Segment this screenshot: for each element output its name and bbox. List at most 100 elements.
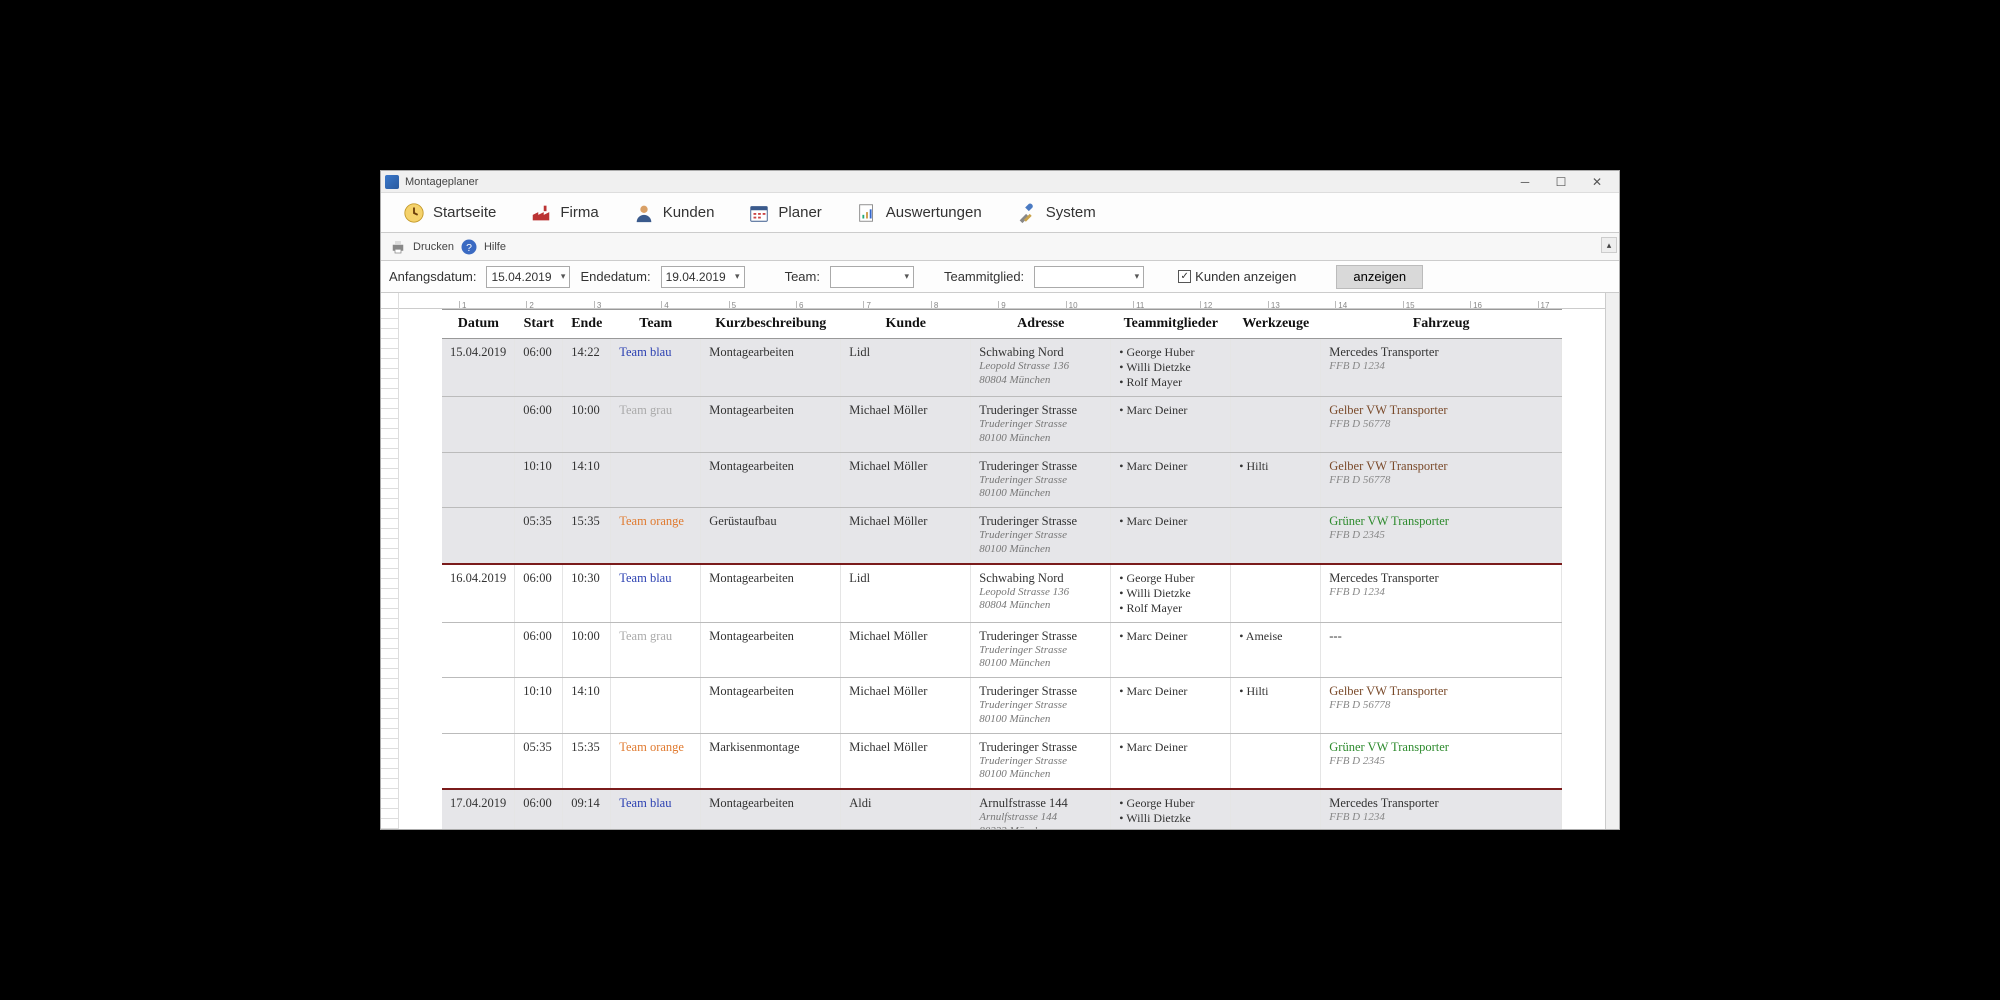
cell-werkzeuge: Hilti — [1231, 452, 1321, 508]
chevron-down-icon: ▾ — [904, 271, 909, 282]
calendar-icon — [748, 202, 770, 224]
table-row: 05:3515:35Team orangeGerüstaufbauMichael… — [442, 508, 1562, 564]
cell-mitglieder: George HuberWilli DietzkeRolf Mayer — [1111, 564, 1231, 623]
cell-ende: 10:30 — [563, 564, 611, 623]
cell-adresse: Arnulfstrasse 144Arnulfstrasse 14480233 … — [971, 789, 1111, 829]
scroll-up-icon[interactable]: ▴ — [1601, 237, 1617, 253]
cell-mitglieder: Marc Deiner — [1111, 678, 1231, 734]
cell-adresse: Schwabing NordLeopold Strasse 13680804 M… — [971, 339, 1111, 397]
cell-kurz: Montagearbeiten — [701, 397, 841, 453]
cell-team: Team blau — [611, 564, 701, 623]
chevron-down-icon: ▾ — [561, 271, 566, 282]
cell-datum: 17.04.2019 — [442, 789, 515, 829]
menu-planer[interactable]: Planer — [734, 196, 835, 230]
cell-adresse: Truderinger StrasseTruderinger Strasse80… — [971, 733, 1111, 789]
cell-datum — [442, 678, 515, 734]
cell-fahrzeug: Gelber VW TransporterFFB D 56778 — [1321, 678, 1562, 734]
cell-mitglieder: Marc Deiner — [1111, 452, 1231, 508]
member-label: Teammitglied: — [944, 269, 1024, 284]
menu-startseite[interactable]: Startseite — [389, 196, 510, 230]
cell-datum — [442, 397, 515, 453]
help-label[interactable]: Hilfe — [484, 241, 506, 253]
filter-bar: Anfangsdatum: 15.04.2019▾ Endedatum: 19.… — [381, 261, 1619, 293]
cell-datum: 16.04.2019 — [442, 564, 515, 623]
cell-start: 06:00 — [515, 622, 563, 678]
chevron-down-icon: ▾ — [735, 271, 740, 282]
table-row: 17.04.201906:0009:14Team blauMontagearbe… — [442, 789, 1562, 829]
cell-adresse: Truderinger StrasseTruderinger Strasse80… — [971, 508, 1111, 564]
cell-kunde: Lidl — [841, 564, 971, 623]
app-icon — [385, 175, 399, 189]
col-mitglieder: Teammitglieder — [1111, 310, 1231, 339]
cell-werkzeuge — [1231, 397, 1321, 453]
cell-start: 06:00 — [515, 564, 563, 623]
cell-kunde: Michael Möller — [841, 622, 971, 678]
cell-start: 06:00 — [515, 397, 563, 453]
horizontal-ruler: 123456 789101112 1314151617 — [399, 293, 1605, 309]
cell-team: Team grau — [611, 397, 701, 453]
cell-adresse: Truderinger StrasseTruderinger Strasse80… — [971, 678, 1111, 734]
cell-ende: 14:10 — [563, 678, 611, 734]
col-kurz: Kurzbeschreibung — [701, 310, 841, 339]
cell-fahrzeug: Gelber VW TransporterFFB D 56778 — [1321, 397, 1562, 453]
cell-fahrzeug: Grüner VW TransporterFFB D 2345 — [1321, 733, 1562, 789]
show-button[interactable]: anzeigen — [1336, 265, 1423, 289]
menu-label: Startseite — [433, 204, 496, 221]
col-datum: Datum — [442, 310, 515, 339]
maximize-button[interactable]: ☐ — [1543, 172, 1579, 192]
cell-start: 10:10 — [515, 678, 563, 734]
col-werkzeuge: Werkzeuge — [1231, 310, 1321, 339]
cell-werkzeuge — [1231, 789, 1321, 829]
person-icon — [633, 202, 655, 224]
from-date-label: Anfangsdatum: — [389, 269, 476, 284]
tools-icon — [1016, 202, 1038, 224]
checkbox-icon: ✓ — [1178, 270, 1191, 283]
cell-datum — [442, 733, 515, 789]
cell-kunde: Michael Möller — [841, 452, 971, 508]
menu-kunden[interactable]: Kunden — [619, 196, 729, 230]
menu-firma[interactable]: Firma — [516, 196, 612, 230]
cell-ende: 14:10 — [563, 452, 611, 508]
printer-icon[interactable] — [389, 238, 407, 256]
show-customers-checkbox[interactable]: ✓ Kunden anzeigen — [1178, 269, 1296, 284]
cell-start: 10:10 — [515, 452, 563, 508]
print-label[interactable]: Drucken — [413, 241, 454, 253]
report-page: Datum Start Ende Team Kurzbeschreibung K… — [442, 309, 1562, 829]
document-scroll[interactable]: 123456 789101112 1314151617 Datum Start … — [399, 293, 1605, 829]
to-date-input[interactable]: 19.04.2019▾ — [661, 266, 745, 288]
vertical-ruler — [381, 293, 399, 829]
cell-werkzeuge — [1231, 508, 1321, 564]
cell-kurz: Montagearbeiten — [701, 622, 841, 678]
cell-kunde: Aldi — [841, 789, 971, 829]
factory-icon — [530, 202, 552, 224]
cell-datum: 15.04.2019 — [442, 339, 515, 397]
menu-label: Auswertungen — [886, 204, 982, 221]
menu-system[interactable]: System — [1002, 196, 1110, 230]
cell-werkzeuge — [1231, 339, 1321, 397]
cell-team — [611, 452, 701, 508]
help-icon[interactable]: ? — [460, 238, 478, 256]
cell-kurz: Montagearbeiten — [701, 678, 841, 734]
cell-kunde: Michael Möller — [841, 733, 971, 789]
menu-label: Firma — [560, 204, 598, 221]
close-button[interactable]: ✕ — [1579, 172, 1615, 192]
svg-text:?: ? — [466, 241, 472, 253]
team-select[interactable]: ▾ — [830, 266, 914, 288]
checkbox-label: Kunden anzeigen — [1195, 269, 1296, 284]
cell-kurz: Montagearbeiten — [701, 339, 841, 397]
report-icon — [856, 202, 878, 224]
cell-werkzeuge — [1231, 564, 1321, 623]
to-date-label: Endedatum: — [580, 269, 650, 284]
cell-fahrzeug: Mercedes TransporterFFB D 1234 — [1321, 339, 1562, 397]
table-row: 06:0010:00Team grauMontagearbeitenMichae… — [442, 397, 1562, 453]
cell-mitglieder: George HuberWilli DietzkeRolf Mayer — [1111, 789, 1231, 829]
cell-fahrzeug: Gelber VW TransporterFFB D 56778 — [1321, 452, 1562, 508]
menu-label: Kunden — [663, 204, 715, 221]
menu-auswertungen[interactable]: Auswertungen — [842, 196, 996, 230]
minimize-button[interactable]: ─ — [1507, 172, 1543, 192]
from-date-input[interactable]: 15.04.2019▾ — [486, 266, 570, 288]
member-select[interactable]: ▾ — [1034, 266, 1144, 288]
vertical-scrollbar[interactable] — [1605, 293, 1619, 829]
cell-start: 06:00 — [515, 339, 563, 397]
chevron-down-icon: ▾ — [1135, 271, 1140, 282]
